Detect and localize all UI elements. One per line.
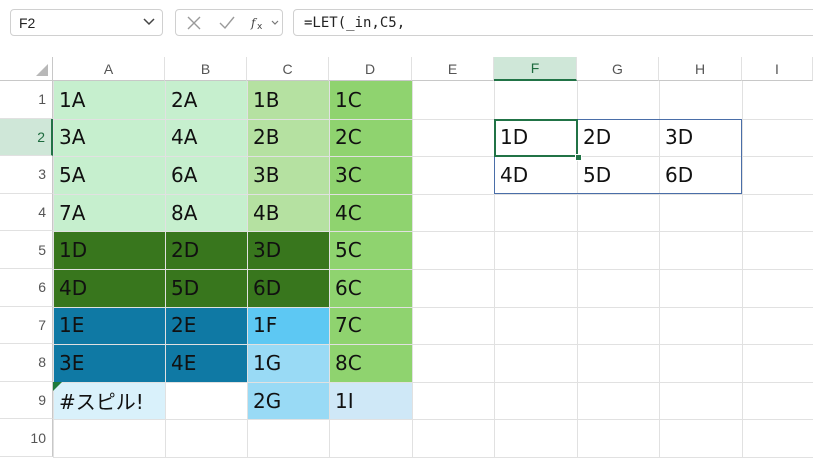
cell-a2[interactable]: 3A <box>53 119 165 157</box>
cell-d1[interactable]: 1C <box>329 81 412 119</box>
cell-d5[interactable]: 5C <box>329 231 412 269</box>
cell-c7[interactable]: 1F <box>247 307 329 345</box>
row-header-8[interactable]: 8 <box>0 344 53 382</box>
active-cell-outline <box>494 118 578 158</box>
column-header-f[interactable]: F <box>494 57 577 81</box>
cell-d9[interactable]: 1I <box>329 382 412 420</box>
cell-c8[interactable]: 1G <box>247 344 329 382</box>
gridline <box>53 381 813 383</box>
cell-a8[interactable]: 3E <box>53 344 165 382</box>
row-header-10[interactable]: 10 <box>0 419 53 457</box>
svg-text:x: x <box>257 22 263 31</box>
select-all-corner[interactable] <box>0 57 53 81</box>
cell-c9[interactable]: 2G <box>247 382 329 420</box>
function-fx-icon[interactable]: fx <box>250 15 268 31</box>
row-header-3[interactable]: 3 <box>0 156 53 194</box>
cell-b3[interactable]: 6A <box>165 156 247 194</box>
cell-a3[interactable]: 5A <box>53 156 165 194</box>
column-header-d[interactable]: D <box>329 57 412 81</box>
cell-b8[interactable]: 4E <box>165 344 247 382</box>
cell-a5[interactable]: 1D <box>53 231 165 269</box>
row-header-1[interactable]: 1 <box>0 81 53 119</box>
row-header-5[interactable]: 5 <box>0 231 53 269</box>
cell-a9[interactable]: #スピル! <box>53 382 165 420</box>
chevron-down-icon[interactable] <box>142 14 156 28</box>
column-header-a[interactable]: A <box>53 57 165 81</box>
error-indicator-icon[interactable] <box>53 381 62 391</box>
fill-handle[interactable] <box>575 154 582 162</box>
row-header-2[interactable]: 2 <box>0 118 53 157</box>
column-header-b[interactable]: B <box>165 57 247 81</box>
cell-c3[interactable]: 3B <box>247 156 329 194</box>
cell-d2[interactable]: 2C <box>329 119 412 157</box>
enter-check-icon[interactable] <box>218 15 236 31</box>
row-header-7[interactable]: 7 <box>0 306 53 345</box>
name-box[interactable]: F2 <box>10 9 163 36</box>
name-box-value: F2 <box>19 15 36 31</box>
formula-text: =LET(_in,C5, <box>304 15 406 31</box>
cell-a1[interactable]: 1A <box>53 81 165 119</box>
cell-b7[interactable]: 2E <box>165 307 247 345</box>
column-header-i[interactable]: I <box>742 57 813 81</box>
cell-b2[interactable]: 4A <box>165 119 247 157</box>
cell-c6[interactable]: 6D <box>247 269 329 307</box>
cell-c5[interactable]: 3D <box>247 231 329 269</box>
cancel-x-icon[interactable] <box>186 15 202 31</box>
cell-b1[interactable]: 2A <box>165 81 247 119</box>
formula-actions: fx <box>175 9 283 36</box>
row-header-4[interactable]: 4 <box>0 193 53 232</box>
cell-d6[interactable]: 6C <box>329 269 412 307</box>
cell-c2[interactable]: 2B <box>247 119 329 157</box>
row-header-9[interactable]: 9 <box>0 381 53 420</box>
column-header-h[interactable]: H <box>659 57 742 81</box>
formula-bar: F2 fx =LET(_in,C5, <box>0 0 813 46</box>
cell-c1[interactable]: 1B <box>247 81 329 119</box>
cell-d8[interactable]: 8C <box>329 344 412 382</box>
gridline <box>53 419 813 421</box>
row-header-6[interactable]: 6 <box>0 269 53 307</box>
cell-b6[interactable]: 5D <box>165 269 247 307</box>
column-header-g[interactable]: G <box>577 57 659 81</box>
cell-a7[interactable]: 1E <box>53 307 165 345</box>
cell-d3[interactable]: 3C <box>329 156 412 194</box>
cell-a4[interactable]: 7A <box>53 194 165 232</box>
chevron-down-icon[interactable] <box>270 15 280 31</box>
cell-c4[interactable]: 4B <box>247 194 329 232</box>
cell-b5[interactable]: 2D <box>165 231 247 269</box>
cell-d7[interactable]: 7C <box>329 307 412 345</box>
cell-a6[interactable]: 4D <box>53 269 165 307</box>
cell-d4[interactable]: 4C <box>329 194 412 232</box>
column-header-e[interactable]: E <box>412 57 494 81</box>
formula-input[interactable]: =LET(_in,C5, <box>293 9 813 36</box>
cell-b4[interactable]: 8A <box>165 194 247 232</box>
column-header-c[interactable]: C <box>247 57 329 81</box>
